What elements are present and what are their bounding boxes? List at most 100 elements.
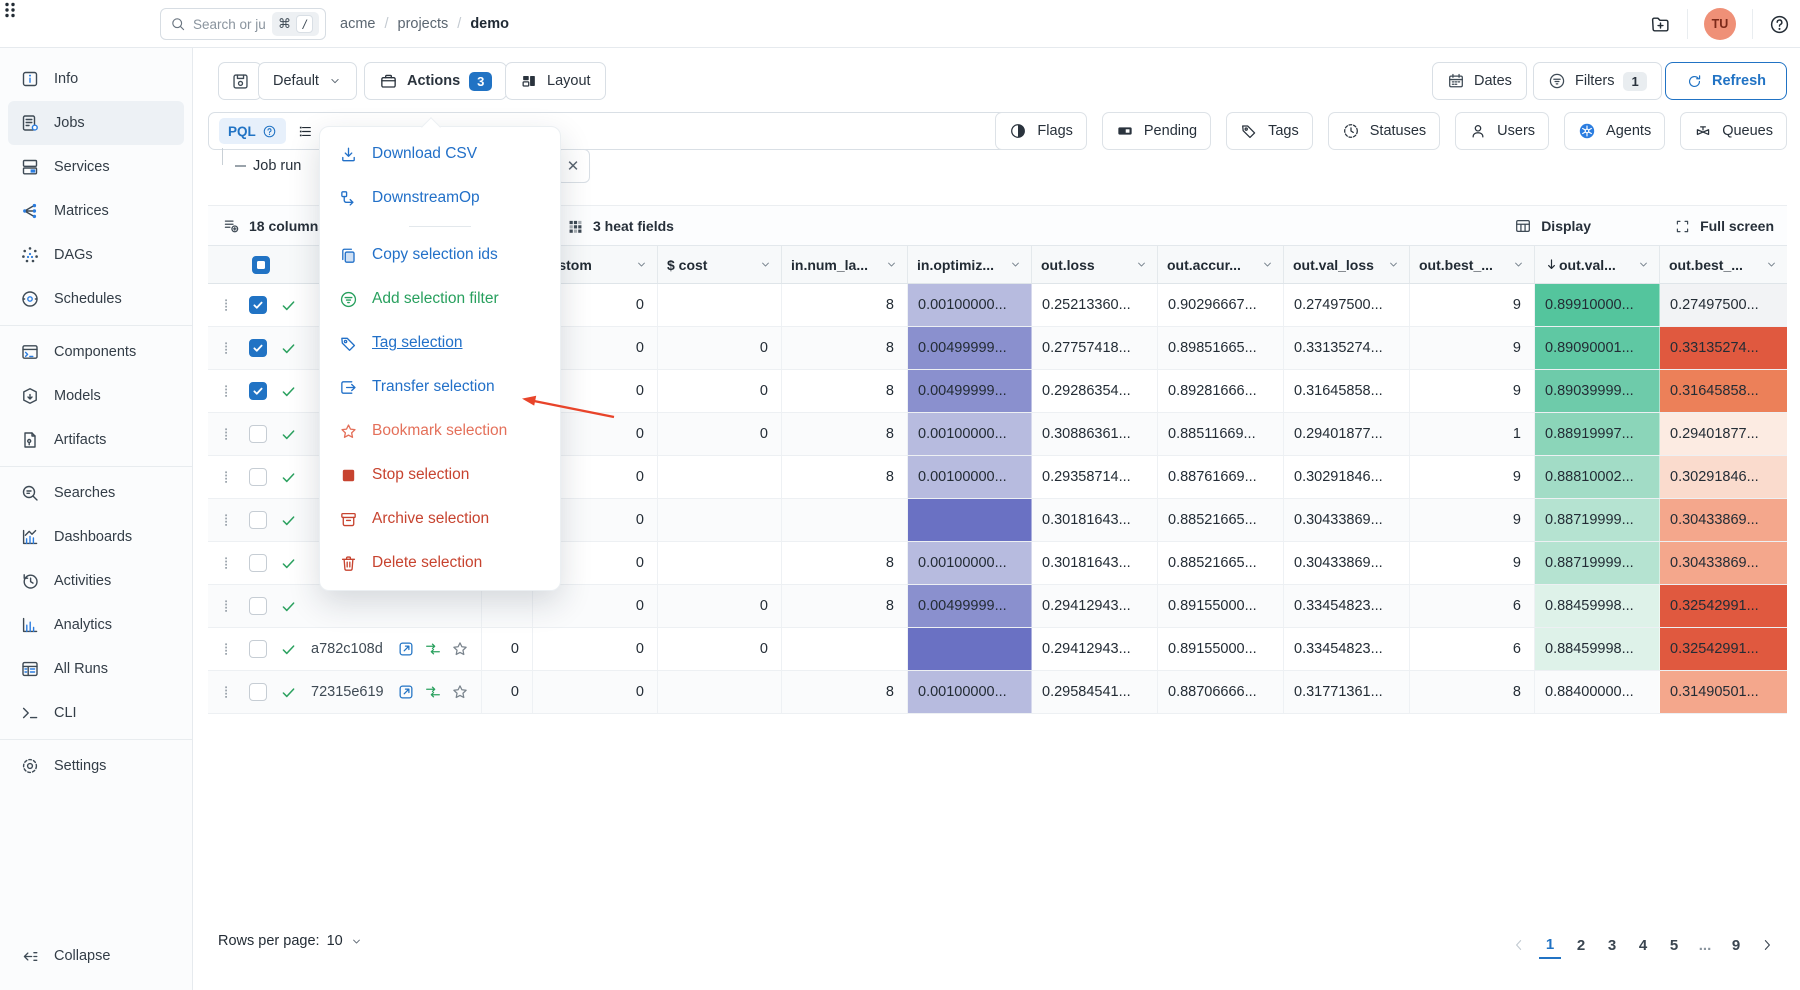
- filter-chip-pending[interactable]: Pending: [1102, 112, 1211, 150]
- pql-list-icon[interactable]: [297, 123, 314, 140]
- sidebar-item-models[interactable]: Models: [8, 374, 184, 418]
- sidebar-item-jobs[interactable]: Jobs: [8, 101, 184, 145]
- global-search[interactable]: ⌘ /: [160, 8, 326, 40]
- breadcrumb-org[interactable]: acme: [340, 16, 375, 32]
- menu-item-add-selection-filter[interactable]: Add selection filter: [320, 277, 560, 321]
- heat-fields-button[interactable]: 3 heat fields: [567, 206, 674, 246]
- menu-item-stop-selection[interactable]: Stop selection: [320, 453, 560, 497]
- drag-handle-icon[interactable]: [218, 297, 234, 313]
- drag-handle-icon[interactable]: [218, 512, 234, 528]
- menu-item-archive-selection[interactable]: Archive selection: [320, 497, 560, 541]
- menu-item-tag-selection[interactable]: Tag selection: [320, 321, 560, 365]
- drag-handle-icon[interactable]: [218, 641, 234, 657]
- filters-button[interactable]: Filters 1: [1533, 62, 1662, 100]
- row-checkbox[interactable]: [249, 683, 267, 701]
- external-link-icon[interactable]: [397, 683, 415, 701]
- column-menu-icon[interactable]: [1387, 258, 1400, 271]
- drag-handle-icon[interactable]: [218, 684, 234, 700]
- row-checkbox[interactable]: [249, 468, 267, 486]
- refresh-button[interactable]: Refresh: [1665, 62, 1787, 100]
- column-header-in.num_la...[interactable]: in.num_la...: [782, 246, 908, 283]
- page-button-5[interactable]: 5: [1663, 931, 1685, 959]
- page-button-3[interactable]: 3: [1601, 931, 1623, 959]
- row-checkbox[interactable]: [249, 339, 267, 357]
- external-link-icon[interactable]: [397, 640, 415, 658]
- page-button-2[interactable]: 2: [1570, 931, 1592, 959]
- sidebar-item-all-runs[interactable]: All Runs: [8, 647, 184, 691]
- column-menu-icon[interactable]: [759, 258, 772, 271]
- sidebar-item-searches[interactable]: Searches: [8, 471, 184, 515]
- row-checkbox[interactable]: [249, 382, 267, 400]
- sidebar-item-analytics[interactable]: Analytics: [8, 603, 184, 647]
- view-select-button[interactable]: Default: [258, 62, 357, 100]
- next-page-button[interactable]: [1756, 931, 1778, 959]
- column-menu-icon[interactable]: [1261, 258, 1274, 271]
- row-checkbox[interactable]: [249, 296, 267, 314]
- column-header-out.best_...[interactable]: out.best_...: [1410, 246, 1535, 283]
- filter-chip-users[interactable]: Users: [1455, 112, 1549, 150]
- compare-icon[interactable]: [424, 683, 442, 701]
- row-checkbox[interactable]: [249, 511, 267, 529]
- search-input[interactable]: [193, 17, 265, 32]
- avatar[interactable]: TU: [1704, 8, 1736, 40]
- filter-chip-flags[interactable]: Flags: [995, 112, 1086, 150]
- drag-handle-icon[interactable]: [218, 555, 234, 571]
- breadcrumb-projects[interactable]: projects: [398, 16, 449, 32]
- column-header-out.val...[interactable]: out.val...: [1535, 246, 1660, 283]
- actions-button[interactable]: Actions 3: [364, 62, 507, 100]
- filter-chip-queues[interactable]: Queues: [1680, 112, 1787, 150]
- help-icon[interactable]: [1769, 14, 1790, 35]
- row-checkbox[interactable]: [249, 597, 267, 615]
- sidebar-item-info[interactable]: Info: [8, 57, 184, 101]
- sidebar-item-dags[interactable]: DAGs: [8, 233, 184, 277]
- column-header-out.accur...[interactable]: out.accur...: [1158, 246, 1284, 283]
- sidebar-item-dashboards[interactable]: Dashboards: [8, 515, 184, 559]
- column-menu-icon[interactable]: [1512, 258, 1525, 271]
- compare-icon[interactable]: [424, 640, 442, 658]
- filter-chip-statuses[interactable]: Statuses: [1328, 112, 1440, 150]
- column-header-$ cost[interactable]: $ cost: [658, 246, 782, 283]
- drag-handle-icon[interactable]: [218, 426, 234, 442]
- sidebar-item-services[interactable]: Services: [8, 145, 184, 189]
- save-view-button[interactable]: [218, 62, 262, 100]
- rows-per-page[interactable]: Rows per page: 10: [218, 933, 363, 949]
- remove-filter-button[interactable]: ✕: [556, 149, 590, 183]
- pql-help-icon[interactable]: [262, 124, 277, 139]
- star-icon[interactable]: [451, 683, 469, 701]
- prev-page-button[interactable]: [1508, 931, 1530, 959]
- column-menu-icon[interactable]: [885, 258, 898, 271]
- sidebar-item-activities[interactable]: Activities: [8, 559, 184, 603]
- page-button-9[interactable]: 9: [1725, 931, 1747, 959]
- drag-handle-icon[interactable]: [218, 383, 234, 399]
- star-icon[interactable]: [451, 640, 469, 658]
- column-menu-icon[interactable]: [1765, 258, 1778, 271]
- column-header-out.loss[interactable]: out.loss: [1032, 246, 1158, 283]
- drag-handle-icon[interactable]: [218, 598, 234, 614]
- column-menu-icon[interactable]: [635, 258, 648, 271]
- menu-item-download-csv[interactable]: Download CSV: [320, 132, 560, 176]
- folder-plus-icon[interactable]: [1650, 14, 1671, 35]
- page-button-4[interactable]: 4: [1632, 931, 1654, 959]
- sidebar-item-schedules[interactable]: Schedules: [8, 277, 184, 321]
- column-header-out.best_...[interactable]: out.best_...: [1660, 246, 1787, 283]
- column-header-in.optimiz...[interactable]: in.optimiz...: [908, 246, 1032, 283]
- drag-handle-icon[interactable]: [218, 340, 234, 356]
- filter-chip-agents[interactable]: Agents: [1564, 112, 1665, 150]
- layout-button[interactable]: Layout: [505, 62, 606, 100]
- column-header-out.val_loss[interactable]: out.val_loss: [1284, 246, 1410, 283]
- fullscreen-button[interactable]: Full screen: [1674, 206, 1774, 246]
- column-menu-icon[interactable]: [1135, 258, 1148, 271]
- columns-button[interactable]: 18 columns: [222, 206, 326, 246]
- drag-handle-icon[interactable]: [218, 469, 234, 485]
- display-button[interactable]: Display: [1514, 206, 1591, 246]
- sidebar-collapse-button[interactable]: Collapse: [8, 934, 184, 978]
- select-all-checkbox[interactable]: [252, 256, 270, 274]
- menu-item-copy-selection-ids[interactable]: Copy selection ids: [320, 233, 560, 277]
- page-button-1[interactable]: 1: [1539, 931, 1561, 959]
- sidebar-item-components[interactable]: Components: [8, 330, 184, 374]
- row-checkbox[interactable]: [249, 640, 267, 658]
- row-checkbox[interactable]: [249, 554, 267, 572]
- sidebar-item-settings[interactable]: Settings: [8, 744, 184, 788]
- menu-item-downstreamop[interactable]: DownstreamOp: [320, 176, 560, 220]
- menu-item-bookmark-selection[interactable]: Bookmark selection: [320, 409, 560, 453]
